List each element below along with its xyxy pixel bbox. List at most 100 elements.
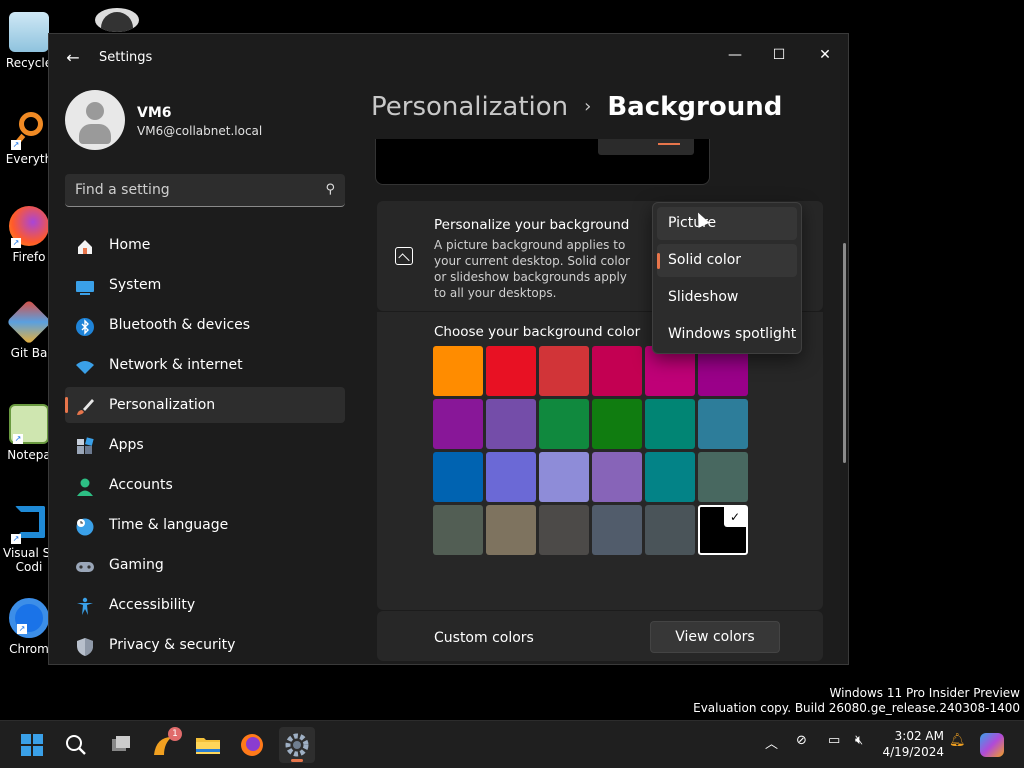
firefox-taskbar-button[interactable] bbox=[234, 727, 270, 763]
settings-taskbar-button[interactable] bbox=[279, 727, 315, 763]
breadcrumb-parent[interactable]: Personalization bbox=[371, 92, 568, 122]
notepad-icon: ↗ bbox=[9, 404, 49, 444]
search-taskbar-button[interactable] bbox=[58, 727, 94, 763]
volume-muted-icon[interactable]: 🔇︎ bbox=[855, 733, 863, 748]
user-name: VM6 bbox=[137, 105, 172, 121]
system-clock[interactable]: 3:02 AM 4/19/2024 bbox=[880, 728, 944, 760]
chrome-icon: ↗ bbox=[9, 598, 49, 638]
search-icon[interactable]: ⚲ bbox=[325, 182, 335, 197]
search-box[interactable]: ⚲ bbox=[65, 174, 345, 207]
sidebar-item-label: Accounts bbox=[109, 477, 173, 493]
sidebar-item-label: Privacy & security bbox=[109, 637, 236, 653]
sidebar-item-apps[interactable]: Apps bbox=[65, 427, 345, 463]
color-swatch[interactable] bbox=[486, 505, 536, 555]
back-arrow-icon[interactable]: ← bbox=[61, 46, 85, 70]
avatar bbox=[65, 90, 125, 150]
minimize-button[interactable]: — bbox=[713, 40, 757, 70]
dropdown-option-solid-color[interactable]: Solid color bbox=[657, 244, 797, 277]
start-button[interactable] bbox=[14, 727, 50, 763]
task-view-icon bbox=[112, 736, 130, 751]
user-profile[interactable]: VM6 VM6@collabnet.local bbox=[65, 90, 345, 154]
monitor-icon bbox=[75, 275, 95, 295]
color-section-title: Choose your background color bbox=[434, 324, 641, 340]
chevron-up-icon[interactable]: ︿ bbox=[765, 733, 778, 752]
sidebar-item-privacy-security[interactable]: Privacy & security bbox=[65, 627, 345, 663]
git-bash-icon bbox=[6, 299, 52, 345]
app-title: Settings bbox=[99, 50, 153, 65]
sidebar-item-label: Home bbox=[109, 237, 151, 253]
sidebar-item-network[interactable]: Network & internet bbox=[65, 347, 345, 383]
display-icon[interactable]: ▭ bbox=[828, 733, 840, 748]
shield-icon bbox=[75, 635, 95, 656]
search-input[interactable] bbox=[65, 174, 305, 206]
color-swatch[interactable] bbox=[645, 399, 695, 449]
notification-badge: 1 bbox=[168, 727, 182, 741]
color-swatch[interactable] bbox=[698, 452, 748, 502]
dropdown-option-windows-spotlight[interactable]: Windows spotlight bbox=[657, 318, 797, 351]
preview-window bbox=[598, 139, 694, 155]
sidebar-item-label: Accessibility bbox=[109, 597, 196, 613]
color-swatch[interactable] bbox=[486, 346, 536, 396]
color-swatch[interactable] bbox=[539, 505, 589, 555]
close-button[interactable]: ✕ bbox=[803, 40, 847, 70]
desktop-preview bbox=[375, 139, 710, 185]
sidebar-item-personalization[interactable]: Personalization bbox=[65, 387, 345, 423]
accessibility-icon bbox=[75, 595, 95, 615]
task-view-button[interactable] bbox=[102, 727, 138, 763]
card-title: Personalize your background bbox=[434, 217, 630, 233]
evaluation-watermark: Windows 11 Pro Insider Preview Evaluatio… bbox=[693, 686, 1020, 716]
sidebar-item-gaming[interactable]: Gaming bbox=[65, 547, 345, 583]
color-swatch[interactable]: ✓ bbox=[698, 505, 748, 555]
sidebar-item-time-language[interactable]: Time & language bbox=[65, 507, 345, 543]
color-swatch[interactable] bbox=[539, 452, 589, 502]
color-swatch[interactable] bbox=[486, 452, 536, 502]
color-swatch[interactable] bbox=[592, 346, 642, 396]
firefox-icon: ↗ bbox=[9, 206, 49, 248]
sidebar-item-label: Bluetooth & devices bbox=[109, 317, 251, 333]
sidebar-item-accessibility[interactable]: Accessibility bbox=[65, 587, 345, 623]
sidebar-item-system[interactable]: System bbox=[65, 267, 345, 303]
breadcrumb-separator: › bbox=[584, 96, 592, 117]
color-swatch[interactable] bbox=[592, 505, 642, 555]
color-swatch[interactable] bbox=[645, 505, 695, 555]
windows-logo-icon bbox=[21, 734, 43, 756]
scrollbar[interactable] bbox=[843, 243, 846, 463]
sidebar-item-accounts[interactable]: Accounts bbox=[65, 467, 345, 503]
sidebar-item-bluetooth[interactable]: Bluetooth & devices bbox=[65, 307, 345, 343]
color-swatch[interactable] bbox=[592, 452, 642, 502]
clock-time: 3:02 AM bbox=[894, 729, 944, 743]
sidebar-item-home[interactable]: Home bbox=[65, 227, 345, 263]
color-swatch[interactable] bbox=[698, 399, 748, 449]
view-colors-button[interactable]: View colors bbox=[650, 621, 780, 653]
obs-icon[interactable] bbox=[95, 8, 139, 32]
maximize-button[interactable]: ☐ bbox=[757, 40, 801, 70]
custom-colors-label: Custom colors bbox=[434, 630, 534, 646]
color-swatch[interactable] bbox=[433, 399, 483, 449]
copilot-icon[interactable] bbox=[980, 733, 1004, 757]
color-swatch[interactable] bbox=[539, 346, 589, 396]
color-swatch[interactable] bbox=[433, 346, 483, 396]
watermark-line: Evaluation copy. Build 26080.ge_release.… bbox=[693, 701, 1020, 715]
watermark-line: Windows 11 Pro Insider Preview bbox=[829, 686, 1020, 700]
color-swatch[interactable] bbox=[433, 452, 483, 502]
title-bar[interactable]: ← Settings — ☐ ✕ bbox=[49, 34, 848, 82]
taskbar-app-widget[interactable]: 1 bbox=[146, 727, 182, 763]
bell-icon[interactable]: 🔔︎ bbox=[949, 733, 966, 748]
dropdown-option-picture[interactable]: Picture bbox=[657, 207, 797, 240]
network-disconnected-icon[interactable]: ⊘ bbox=[796, 733, 807, 748]
color-swatch[interactable] bbox=[539, 399, 589, 449]
controller-icon bbox=[75, 555, 95, 575]
breadcrumb: Personalization › Background bbox=[371, 92, 782, 122]
color-swatch[interactable] bbox=[486, 399, 536, 449]
color-swatch[interactable] bbox=[433, 505, 483, 555]
color-swatch[interactable] bbox=[592, 399, 642, 449]
person-icon bbox=[75, 475, 95, 496]
dropdown-option-slideshow[interactable]: Slideshow bbox=[657, 281, 797, 314]
sidebar-item-label: Gaming bbox=[109, 557, 164, 573]
custom-colors-row: Custom colors View colors bbox=[377, 611, 823, 661]
background-type-dropdown[interactable]: Picture Solid color Slideshow Windows sp… bbox=[652, 202, 802, 354]
file-explorer-button[interactable] bbox=[190, 727, 226, 763]
taskbar: 1 ︿ ⊘ ▭ 🔇︎ 3:02 AM 4/19/2024 🔔︎ bbox=[0, 720, 1024, 768]
brush-icon bbox=[75, 395, 95, 415]
color-swatch[interactable] bbox=[645, 452, 695, 502]
